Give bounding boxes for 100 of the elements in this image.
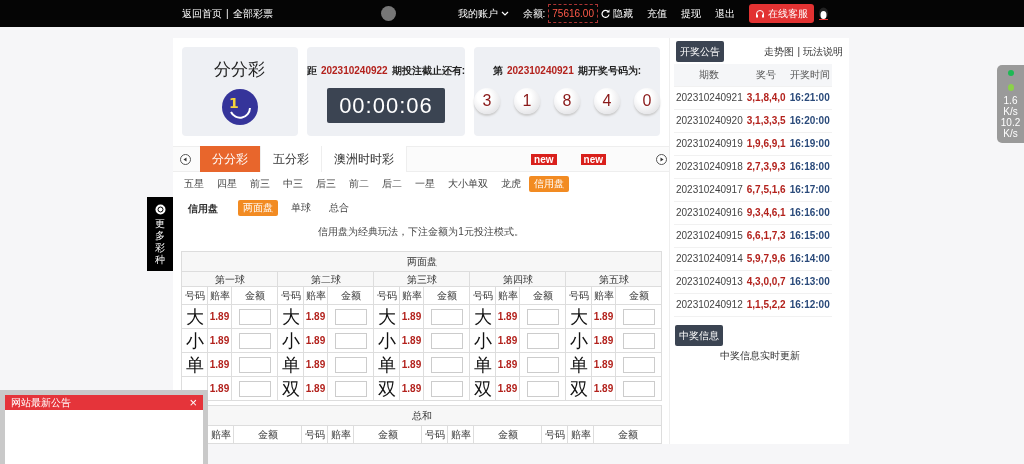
issue-cell: 202310240921 (674, 86, 745, 109)
play-tab[interactable]: 后三 (311, 176, 341, 192)
nav-link[interactable]: 玩法说明 (803, 43, 843, 59)
column-header: 赔率 (327, 425, 354, 444)
ball-header: 第三球 (373, 271, 470, 287)
amount-field[interactable] (622, 356, 655, 373)
bet-label: 单 (277, 352, 304, 377)
nav-link[interactable]: 走势图 (764, 43, 795, 59)
hide-link[interactable]: 隐藏 (613, 6, 633, 21)
nav-link[interactable]: 充值 (647, 6, 667, 21)
amount-field[interactable] (622, 308, 655, 325)
odds-value: 1.89 (207, 328, 232, 353)
issue-cell: 202310240919 (674, 132, 745, 155)
amount-field[interactable] (430, 308, 463, 325)
amount-field[interactable] (622, 332, 655, 349)
mode-label: 信用盘 (188, 201, 218, 216)
game-tab[interactable]: 五分彩 (261, 146, 322, 172)
account-menu[interactable]: 我的账户 (457, 6, 509, 21)
bet-label: 单 (373, 352, 400, 377)
play-tab[interactable]: 四星 (212, 176, 242, 192)
column-header: 金额 (327, 286, 374, 305)
amount-field[interactable] (238, 356, 271, 373)
separator: | (797, 44, 800, 59)
amount-field[interactable] (526, 308, 559, 325)
odds-value: 1.89 (495, 304, 520, 329)
draw-numbers: 4,3,0,0,7 (744, 270, 788, 293)
online-service-button[interactable]: 在线客服 (749, 4, 814, 23)
winners-text: 中奖信息实时更新 (718, 348, 801, 363)
play-tab[interactable]: 龙虎 (496, 176, 526, 192)
odds-value: 1.89 (591, 328, 616, 353)
column-header: 号码 (541, 425, 568, 444)
more-lotteries-tab[interactable]: 更多彩种 (147, 197, 173, 271)
draw-numbers: 3,1,3,3,5 (744, 109, 788, 132)
column-header: 期数 (674, 64, 745, 86)
amount-field[interactable] (334, 380, 367, 397)
table-title: 两面盘 (181, 251, 662, 272)
play-tab[interactable]: 前二 (344, 176, 374, 192)
amount-field[interactable] (334, 308, 367, 325)
mode-tab[interactable]: 总合 (324, 200, 354, 216)
separator: | (226, 7, 229, 21)
ball-header: 第一球 (181, 271, 278, 287)
bet-label: 大 (277, 304, 304, 329)
amount-field[interactable] (526, 380, 559, 397)
amount-field[interactable] (238, 308, 271, 325)
odds-value: 1.89 (591, 352, 616, 377)
balance-label: 余额: (522, 7, 546, 21)
chevron-down-icon (500, 10, 509, 17)
bet-label: 小 (565, 328, 592, 353)
winners-button[interactable]: 中奖信息 (675, 324, 723, 346)
column-header: 号码 (469, 286, 496, 305)
column-header: 号码 (373, 286, 400, 305)
amount-field[interactable] (622, 380, 655, 397)
play-tab[interactable]: 前三 (245, 176, 275, 192)
amount-field[interactable] (430, 380, 463, 397)
draw-time: 16:21:00 (787, 86, 832, 109)
column-header: 号码 (421, 425, 448, 444)
odds-value: 1.89 (399, 352, 424, 377)
nav-link[interactable]: 全部彩票 (232, 6, 273, 21)
bet-label: 大 (181, 304, 208, 329)
draw-time: 16:14:00 (787, 247, 832, 270)
bet-label: 小 (277, 328, 304, 353)
amount-field[interactable] (238, 332, 271, 349)
circle-icon (154, 204, 166, 215)
bet-label: 双 (373, 376, 400, 401)
column-header: 开奖时间 (787, 64, 832, 86)
column-header: 奖号 (744, 64, 788, 86)
odds-value: 1.89 (591, 304, 616, 329)
play-tab[interactable]: 后二 (377, 176, 407, 192)
avatar[interactable] (380, 6, 396, 21)
play-tab[interactable]: 一星 (410, 176, 440, 192)
draw-numbers: 5,9,7,9,6 (744, 247, 788, 270)
result-ball: 4 (594, 88, 620, 114)
amount-field[interactable] (526, 332, 559, 349)
nav-link[interactable]: 返回首页 (182, 6, 222, 21)
refresh-icon[interactable] (601, 9, 610, 18)
nav-link[interactable]: 提现 (681, 6, 701, 21)
draw-time: 16:17:00 (787, 178, 832, 201)
draw-notice-button[interactable]: 开奖公告 (676, 40, 724, 62)
play-tab[interactable]: 中三 (278, 176, 308, 192)
amount-field[interactable] (334, 356, 367, 373)
play-tab[interactable]: 大小单双 (443, 176, 493, 192)
mode-tab[interactable]: 单球 (286, 200, 316, 216)
amount-field[interactable] (430, 332, 463, 349)
bet-label: 双 (565, 376, 592, 401)
draw-time: 16:19:00 (787, 132, 832, 155)
penguin-icon[interactable] (818, 7, 829, 20)
game-tab[interactable]: 澳洲时时彩 (322, 146, 407, 172)
amount-field[interactable] (334, 332, 367, 349)
draw-time: 16:18:00 (787, 155, 832, 178)
ball-header: 第五球 (565, 271, 662, 287)
amount-field[interactable] (526, 356, 559, 373)
bet-label: 大 (469, 304, 496, 329)
nav-link[interactable]: 退出 (715, 6, 735, 21)
game-title: 分分彩 (214, 59, 266, 81)
amount-field[interactable] (430, 356, 463, 373)
play-tab[interactable]: 五星 (179, 176, 209, 192)
popup-title: 网站最新公告 (11, 396, 71, 410)
issue-number: 202310240921 (506, 64, 574, 78)
odds-value: 1.89 (495, 352, 520, 377)
amount-field[interactable] (238, 380, 271, 397)
